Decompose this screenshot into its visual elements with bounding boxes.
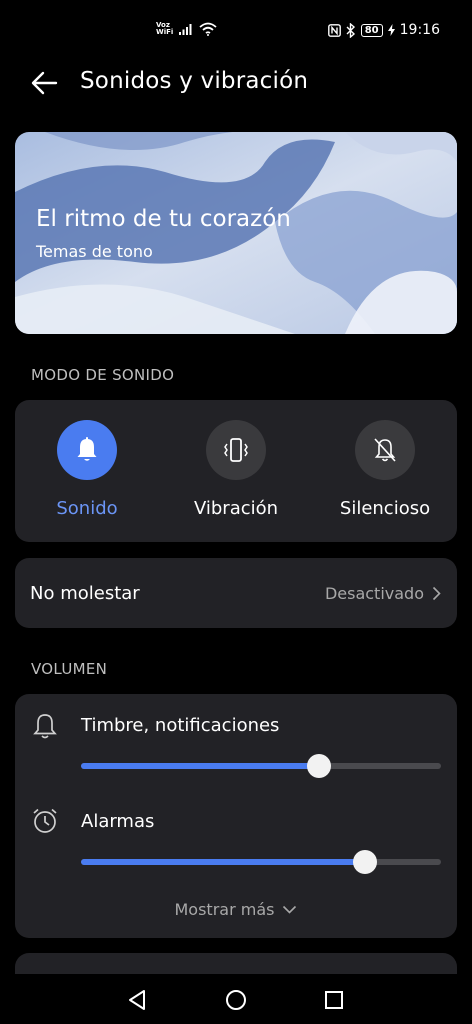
clock: 19:16 bbox=[399, 22, 440, 38]
page-title: Sonidos y vibración bbox=[80, 68, 309, 94]
slider-thumb[interactable] bbox=[353, 850, 378, 874]
ringtone-volume-label: Timbre, notificaciones bbox=[81, 715, 280, 736]
chevron-right-icon bbox=[432, 586, 441, 600]
dnd-status-value: Desactivado bbox=[324, 583, 424, 603]
voz-wifi-indicator: Voz WiFi bbox=[156, 22, 173, 36]
bluetooth-icon bbox=[346, 22, 355, 38]
slider-fill bbox=[81, 763, 319, 769]
nav-home-button[interactable] bbox=[221, 986, 251, 1014]
arrow-left-icon bbox=[31, 71, 58, 95]
section-label-sound-mode: MODO DE SONIDO bbox=[31, 366, 175, 384]
mode-silent-option[interactable]: Silencioso bbox=[315, 420, 455, 519]
mode-silent-circle bbox=[355, 420, 415, 480]
triangle-back-icon bbox=[129, 990, 145, 1010]
wifi-icon bbox=[199, 22, 217, 36]
nav-back-button[interactable] bbox=[123, 986, 153, 1014]
volume-card: Timbre, notificaciones Alarmas Mostrar m… bbox=[15, 694, 457, 938]
slider-fill bbox=[81, 859, 366, 865]
nfc-icon bbox=[327, 23, 341, 37]
banner-artwork bbox=[15, 132, 457, 334]
mode-vibration-circle bbox=[206, 420, 266, 480]
show-more-label: Mostrar más bbox=[174, 900, 275, 919]
section-label-volume: VOLUMEN bbox=[31, 660, 108, 678]
bell-off-icon bbox=[374, 438, 396, 462]
status-right: 80 19:16 bbox=[327, 22, 440, 38]
battery-level: 80 bbox=[360, 23, 383, 37]
ringtone-volume-slider[interactable] bbox=[81, 754, 441, 778]
mode-vibration-option[interactable]: Vibración bbox=[166, 420, 306, 519]
cellular-signal-icon bbox=[179, 24, 192, 35]
alarm-volume-slider[interactable] bbox=[81, 850, 441, 874]
do-not-disturb-row[interactable]: No molestar Desactivado bbox=[15, 558, 457, 628]
back-button[interactable] bbox=[28, 68, 62, 98]
mode-sound-circle bbox=[57, 420, 117, 480]
navigation-bar bbox=[0, 974, 472, 1024]
square-recents-icon bbox=[325, 991, 343, 1009]
nav-recents-button[interactable] bbox=[319, 986, 349, 1014]
mode-sound-label: Sonido bbox=[56, 498, 118, 519]
dnd-status: Desactivado bbox=[325, 584, 441, 603]
show-more-button[interactable]: Mostrar más bbox=[15, 900, 457, 919]
alarm-clock-icon bbox=[33, 808, 57, 833]
mode-sound-option[interactable]: Sonido bbox=[17, 420, 157, 519]
ringtone-theme-banner[interactable]: El ritmo de tu corazón Temas de tono bbox=[15, 132, 457, 334]
circle-home-icon bbox=[226, 990, 246, 1010]
mode-silent-label: Silencioso bbox=[339, 498, 431, 519]
page-header: Sonidos y vibración bbox=[0, 60, 472, 106]
mode-vibration-label: Vibración bbox=[193, 498, 279, 519]
dnd-label: No molestar bbox=[30, 582, 140, 604]
banner-subtitle: Temas de tono bbox=[36, 242, 153, 261]
bell-outline-icon bbox=[33, 714, 57, 739]
sound-mode-card: Sonido Vibración Silencioso bbox=[15, 400, 457, 542]
alarm-volume-label: Alarmas bbox=[81, 811, 155, 832]
banner-title: El ritmo de tu corazón bbox=[36, 206, 291, 232]
status-bar: Voz WiFi 80 19:16 bbox=[0, 0, 472, 60]
wifi-label: WiFi bbox=[156, 28, 174, 36]
chevron-down-icon bbox=[283, 905, 297, 914]
bell-icon bbox=[77, 437, 97, 461]
vibrate-icon bbox=[224, 438, 248, 462]
status-left: Voz WiFi bbox=[156, 22, 217, 36]
slider-thumb[interactable] bbox=[306, 754, 331, 778]
charging-icon bbox=[387, 24, 395, 36]
dnd-card: No molestar Desactivado bbox=[15, 558, 457, 628]
